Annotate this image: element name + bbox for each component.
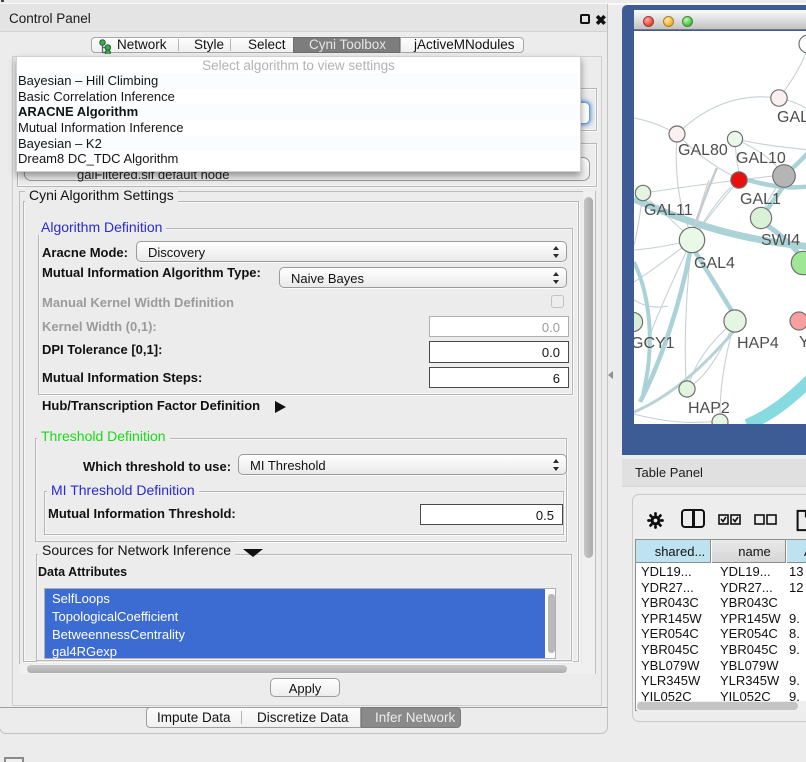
svg-text:Y: Y bbox=[799, 334, 806, 351]
svg-text:GAL1: GAL1 bbox=[740, 191, 781, 208]
svg-text:GAL4: GAL4 bbox=[694, 255, 735, 272]
svg-text:SWI4: SWI4 bbox=[761, 232, 800, 249]
svg-text:GAL10: GAL10 bbox=[736, 150, 786, 167]
svg-text:GAL7: GAL7 bbox=[777, 109, 806, 126]
svg-text:HAP4: HAP4 bbox=[737, 335, 779, 352]
svg-text:HAP2: HAP2 bbox=[688, 400, 730, 417]
svg-text:GAL11: GAL11 bbox=[644, 202, 693, 219]
svg-text:GAL80: GAL80 bbox=[678, 142, 728, 159]
svg-text:GCY1: GCY1 bbox=[634, 335, 675, 352]
